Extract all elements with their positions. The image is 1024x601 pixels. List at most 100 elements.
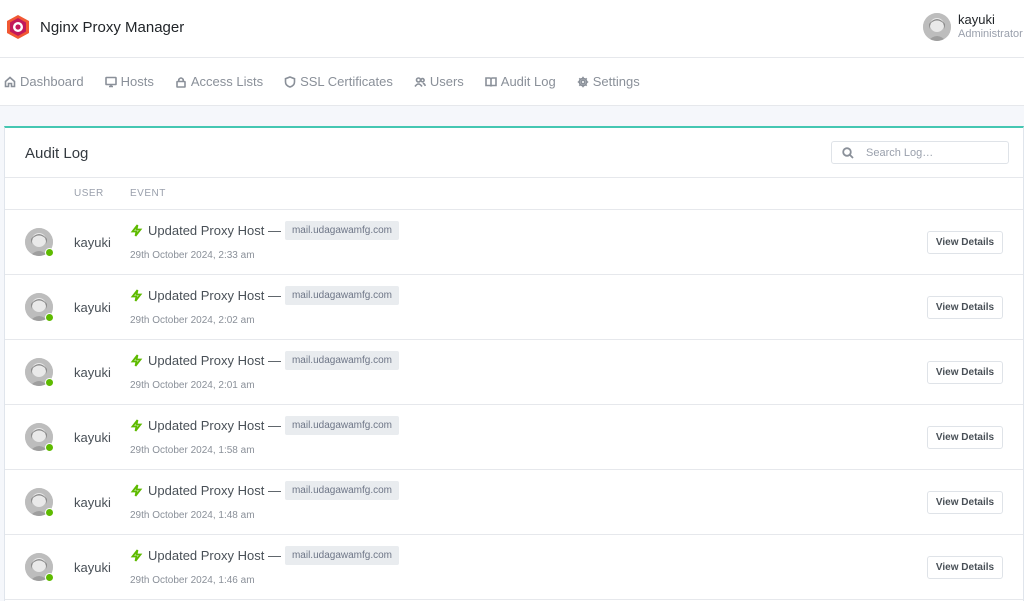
lock-icon bbox=[176, 76, 186, 88]
table-row: kayuki Updated Proxy Host — mail.udagawa… bbox=[5, 340, 1023, 405]
host-tag: mail.udagawamfg.com bbox=[284, 351, 399, 370]
users-icon bbox=[414, 76, 426, 87]
lightning-bolt-icon bbox=[130, 289, 143, 302]
row-user-name: kayuki bbox=[74, 495, 111, 510]
card-header: Audit Log bbox=[5, 128, 1023, 178]
table-row: kayuki Updated Proxy Host — mail.udagawa… bbox=[5, 535, 1023, 600]
nav-audit-log[interactable]: Audit Log bbox=[484, 74, 556, 89]
host-tag: mail.udagawamfg.com bbox=[284, 286, 399, 305]
gear-icon bbox=[577, 76, 588, 87]
table-row: kayuki Updated Proxy Host — mail.udagawa… bbox=[5, 470, 1023, 535]
top-header: Nginx Proxy Manager kayuki Administrator bbox=[0, 0, 1024, 58]
nav-label: SSL Certificates bbox=[300, 74, 393, 89]
event-time: 29th October 2024, 1:46 am bbox=[130, 575, 255, 586]
search-icon bbox=[842, 146, 854, 159]
online-status-dot bbox=[45, 573, 54, 582]
table-body: kayuki Updated Proxy Host — mail.udagawa… bbox=[5, 210, 1023, 600]
event-time: 29th October 2024, 2:02 am bbox=[130, 315, 255, 326]
nav-hosts[interactable]: Hosts bbox=[104, 74, 154, 89]
online-status-dot bbox=[45, 508, 54, 517]
home-icon bbox=[4, 75, 16, 87]
event-time: 29th October 2024, 2:33 am bbox=[130, 250, 255, 261]
user-role: Administrator bbox=[958, 27, 1023, 40]
lightning-bolt-icon bbox=[130, 419, 143, 432]
audit-log-card: Audit Log USER EVENT kayuki Updated Prox… bbox=[4, 126, 1024, 601]
host-tag: mail.udagawamfg.com bbox=[284, 546, 399, 565]
nav-label: Audit Log bbox=[500, 74, 556, 89]
event-text: Updated Proxy Host — bbox=[148, 418, 281, 433]
nav-label: Hosts bbox=[120, 74, 154, 89]
event-line: Updated Proxy Host — mail.udagawamfg.com bbox=[130, 416, 399, 435]
book-icon bbox=[484, 76, 497, 87]
lightning-bolt-icon bbox=[130, 484, 143, 497]
nav-users[interactable]: Users bbox=[414, 74, 464, 89]
current-user-menu[interactable]: kayuki Administrator bbox=[923, 12, 1023, 41]
shield-icon bbox=[284, 75, 296, 88]
host-tag: mail.udagawamfg.com bbox=[284, 481, 399, 500]
event-text: Updated Proxy Host — bbox=[148, 288, 281, 303]
monitor-icon bbox=[104, 76, 117, 87]
view-details-button[interactable]: View Details bbox=[927, 556, 1003, 579]
nav-settings[interactable]: Settings bbox=[577, 74, 640, 89]
main-nav: Dashboard Hosts Access Lists SSL Certifi… bbox=[0, 58, 1024, 106]
nav-label: Settings bbox=[592, 74, 640, 89]
online-status-dot bbox=[45, 443, 54, 452]
avatar bbox=[25, 423, 54, 452]
online-status-dot bbox=[45, 248, 54, 257]
event-time: 29th October 2024, 1:48 am bbox=[130, 510, 255, 521]
event-line: Updated Proxy Host — mail.udagawamfg.com bbox=[130, 351, 399, 370]
search-input[interactable] bbox=[866, 146, 996, 159]
table-row: kayuki Updated Proxy Host — mail.udagawa… bbox=[5, 275, 1023, 340]
event-line: Updated Proxy Host — mail.udagawamfg.com bbox=[130, 546, 399, 565]
column-header-user: USER bbox=[74, 188, 104, 199]
event-line: Updated Proxy Host — mail.udagawamfg.com bbox=[130, 481, 399, 500]
nav-label: Dashboard bbox=[20, 74, 84, 89]
row-user-name: kayuki bbox=[74, 560, 111, 575]
avatar bbox=[25, 358, 54, 387]
nginx-proxy-manager-logo-icon bbox=[7, 15, 29, 39]
avatar bbox=[25, 553, 54, 582]
view-details-button[interactable]: View Details bbox=[927, 231, 1003, 254]
view-details-button[interactable]: View Details bbox=[927, 361, 1003, 384]
row-user-name: kayuki bbox=[74, 235, 111, 250]
avatar bbox=[25, 488, 54, 517]
view-details-button[interactable]: View Details bbox=[927, 491, 1003, 514]
nav-label: Access Lists bbox=[190, 74, 264, 89]
brand[interactable]: Nginx Proxy Manager bbox=[6, 14, 184, 40]
column-header-event: EVENT bbox=[130, 188, 166, 199]
nav-label: Users bbox=[429, 74, 464, 89]
nav-access-lists[interactable]: Access Lists bbox=[175, 74, 263, 89]
event-text: Updated Proxy Host — bbox=[148, 548, 281, 563]
nav-ssl-certificates[interactable]: SSL Certificates bbox=[284, 74, 393, 89]
event-text: Updated Proxy Host — bbox=[148, 223, 281, 238]
avatar bbox=[25, 228, 54, 257]
lightning-bolt-icon bbox=[130, 354, 143, 367]
event-text: Updated Proxy Host — bbox=[148, 483, 281, 498]
table-row: kayuki Updated Proxy Host — mail.udagawa… bbox=[5, 210, 1023, 275]
avatar-image-icon bbox=[923, 13, 951, 41]
row-user-name: kayuki bbox=[74, 430, 111, 445]
avatar bbox=[923, 13, 951, 41]
row-user-name: kayuki bbox=[74, 365, 111, 380]
view-details-button[interactable]: View Details bbox=[927, 426, 1003, 449]
search-box[interactable] bbox=[831, 141, 1009, 164]
online-status-dot bbox=[45, 378, 54, 387]
view-details-button[interactable]: View Details bbox=[927, 296, 1003, 319]
lightning-bolt-icon bbox=[130, 549, 143, 562]
user-name: kayuki bbox=[958, 12, 995, 27]
table-header: USER EVENT bbox=[5, 178, 1023, 210]
event-text: Updated Proxy Host — bbox=[148, 353, 281, 368]
host-tag: mail.udagawamfg.com bbox=[284, 221, 399, 240]
event-time: 29th October 2024, 2:01 am bbox=[130, 380, 255, 391]
avatar bbox=[25, 293, 54, 322]
lightning-bolt-icon bbox=[130, 224, 143, 237]
event-time: 29th October 2024, 1:58 am bbox=[130, 445, 255, 456]
online-status-dot bbox=[45, 313, 54, 322]
event-line: Updated Proxy Host — mail.udagawamfg.com bbox=[130, 286, 399, 305]
table-row: kayuki Updated Proxy Host — mail.udagawa… bbox=[5, 405, 1023, 470]
row-user-name: kayuki bbox=[74, 300, 111, 315]
nav-dashboard[interactable]: Dashboard bbox=[4, 74, 84, 89]
app-title: Nginx Proxy Manager bbox=[40, 18, 185, 36]
event-line: Updated Proxy Host — mail.udagawamfg.com bbox=[130, 221, 399, 240]
host-tag: mail.udagawamfg.com bbox=[284, 416, 399, 435]
